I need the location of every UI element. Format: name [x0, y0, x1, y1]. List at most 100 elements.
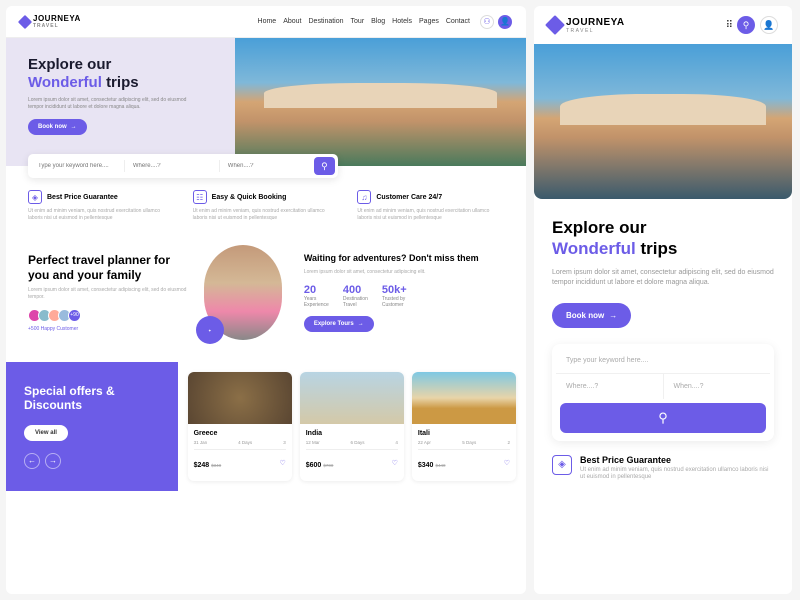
nav-actions: ⚇ 👤 [480, 15, 512, 29]
price-old: $700 [323, 463, 333, 468]
search-bar: ⚲ [28, 154, 338, 178]
price: $248 [194, 462, 210, 469]
card-image [188, 372, 292, 424]
avatar-stack: +90 [28, 309, 190, 322]
user-icon[interactable]: 👤 [498, 15, 512, 29]
tag-icon: ◈ [552, 455, 572, 475]
heart-icon[interactable]: ♡ [504, 459, 510, 467]
feature-desc: Ut enim ad minim veniam, quis nostrud ex… [357, 208, 504, 221]
nav-home[interactable]: Home [258, 18, 277, 25]
offers-section: Special offers & Discounts View all ← → G… [6, 362, 526, 491]
stats-row: 20YearsExperience 400DestinationTravel 5… [304, 284, 504, 308]
heart-icon[interactable]: ♡ [392, 459, 398, 467]
adventures-title: Waiting for adventures? Don't miss them [304, 253, 504, 264]
planner-image: ✦ [204, 245, 282, 340]
nav-contact[interactable]: Contact [446, 18, 470, 25]
avatar-more: +90 [68, 309, 81, 322]
price: $600 [306, 462, 322, 469]
price-old: $440 [435, 463, 445, 468]
next-arrow-button[interactable]: → [45, 453, 61, 469]
mobile-hero-title: Explore ourWonderful trips [552, 217, 774, 260]
prev-arrow-button[interactable]: ← [24, 453, 40, 469]
where-input[interactable] [133, 163, 211, 169]
mobile-feature-title: Best Price Guarantee [580, 455, 774, 465]
feature-desc: Ut enim ad minim veniam, quis nostrud ex… [193, 208, 340, 221]
offers-title: Special offers & Discounts [24, 384, 160, 413]
nav-links: Home About Destination Tour Blog Hotels … [258, 18, 470, 25]
search-button[interactable]: ⚲ [314, 157, 335, 175]
offer-card[interactable]: Greece 31 Jan4 Days3 $248$348♡ [188, 372, 292, 481]
feature-title: Easy & Quick Booking [212, 194, 287, 201]
tag-icon: ◈ [28, 190, 42, 204]
mobile-where-input[interactable]: Where....? [556, 374, 664, 399]
mobile-search-button[interactable]: ⚲ [560, 403, 766, 433]
card-image [300, 372, 404, 424]
mobile-feature-desc: Ut enim ad minim veniam, quis nostrud ex… [580, 467, 774, 483]
nav-pages[interactable]: Pages [419, 18, 439, 25]
desktop-viewport: JOURNEYA TRAVEL Home About Destination T… [6, 6, 526, 594]
hero-image [235, 38, 526, 166]
top-nav: JOURNEYA TRAVEL Home About Destination T… [6, 6, 526, 38]
nav-destination[interactable]: Destination [309, 18, 344, 25]
card-title: Itali [418, 430, 510, 437]
mobile-viewport: JOURNEYATRAVEL ⠿ ⚲ 👤 Explore ourWonderfu… [534, 6, 792, 594]
search-icon[interactable]: ⚲ [737, 16, 755, 34]
offer-cards: Greece 31 Jan4 Days3 $248$348♡ India 12 … [178, 362, 526, 491]
mobile-feature: ◈ Best Price Guarantee Ut enim ad minim … [534, 441, 792, 483]
book-now-button[interactable]: Book now → [28, 119, 87, 135]
mobile-hero-image [534, 44, 792, 199]
mobile-nav: JOURNEYATRAVEL ⠿ ⚲ 👤 [534, 6, 792, 44]
logo[interactable]: JOURNEYA TRAVEL [20, 14, 81, 29]
mobile-logo[interactable]: JOURNEYATRAVEL [548, 17, 625, 34]
view-all-button[interactable]: View all [24, 425, 68, 441]
mobile-when-input[interactable]: When....? [664, 374, 771, 399]
calendar-icon: ☷ [193, 190, 207, 204]
headset-icon: ♫ [357, 190, 371, 204]
explore-badge: ✦ [196, 316, 224, 344]
card-title: India [306, 430, 398, 437]
when-input[interactable] [228, 163, 306, 169]
hero-title: Explore ourWonderful trips [28, 56, 245, 92]
mobile-keyword-input[interactable]: Type your keyword here.... [556, 348, 770, 374]
price-old: $348 [211, 463, 221, 468]
brand-sub: TRAVEL [33, 23, 81, 29]
nav-hotels[interactable]: Hotels [392, 18, 412, 25]
feature-booking: ☷ Easy & Quick Booking Ut enim ad minim v… [193, 190, 340, 221]
mobile-book-button[interactable]: Book now → [552, 303, 631, 328]
offer-card[interactable]: India 12 Mar6 Days4 $600$700♡ [300, 372, 404, 481]
feature-desc: Ut enim ad minim veniam, quis nostrud ex… [28, 208, 175, 221]
hero: Explore ourWonderful trips Lorem ipsum d… [6, 38, 526, 166]
planner-desc: Lorem ipsum dolor sit amet, consectetur … [28, 287, 190, 301]
explore-tours-button[interactable]: Explore Tours → [304, 316, 374, 332]
adventures-desc: Lorem ipsum dolor sit amet, consectetur … [304, 269, 504, 276]
arrow-right-icon: → [71, 124, 77, 130]
card-image [412, 372, 516, 424]
logo-icon [545, 15, 565, 35]
offer-card[interactable]: Itali 22 Apr5 Days2 $340$440♡ [412, 372, 516, 481]
mobile-search-card: Type your keyword here.... Where....? Wh… [552, 344, 774, 441]
feature-care: ♫ Customer Care 24/7 Ut enim ad minim ven… [357, 190, 504, 221]
stat-number: 20 [304, 284, 329, 296]
stat-number: 400 [343, 284, 368, 296]
feature-title: Best Price Guarantee [47, 194, 118, 201]
planner-title: Perfect travel planner for you and your … [28, 253, 190, 282]
menu-dots-icon[interactable]: ⠿ [726, 20, 732, 31]
feature-price: ◈ Best Price Guarantee Ut enim ad minim v… [28, 190, 175, 221]
heart-icon[interactable]: ♡ [279, 459, 285, 467]
brand-sub: TRAVEL [566, 28, 625, 34]
user-icon[interactable]: 👤 [760, 16, 778, 34]
feature-title: Customer Care 24/7 [376, 194, 442, 201]
nav-about[interactable]: About [283, 18, 301, 25]
hero-subtitle: Lorem ipsum dolor sit amet, consectetur … [28, 97, 198, 111]
mobile-hero-sub: Lorem ipsum dolor sit amet, consectetur … [552, 268, 774, 289]
lock-icon[interactable]: ⚇ [480, 15, 494, 29]
nav-tour[interactable]: Tour [351, 18, 365, 25]
keyword-input[interactable] [38, 163, 116, 169]
card-title: Greece [194, 430, 286, 437]
logo-icon [18, 14, 32, 28]
happy-customer-text: +500 Happy Customer [28, 326, 190, 332]
nav-blog[interactable]: Blog [371, 18, 385, 25]
brand-name: JOURNEYA [33, 14, 81, 23]
brand-name: JOURNEYA [566, 17, 625, 28]
arrow-right-icon: → [609, 311, 617, 320]
